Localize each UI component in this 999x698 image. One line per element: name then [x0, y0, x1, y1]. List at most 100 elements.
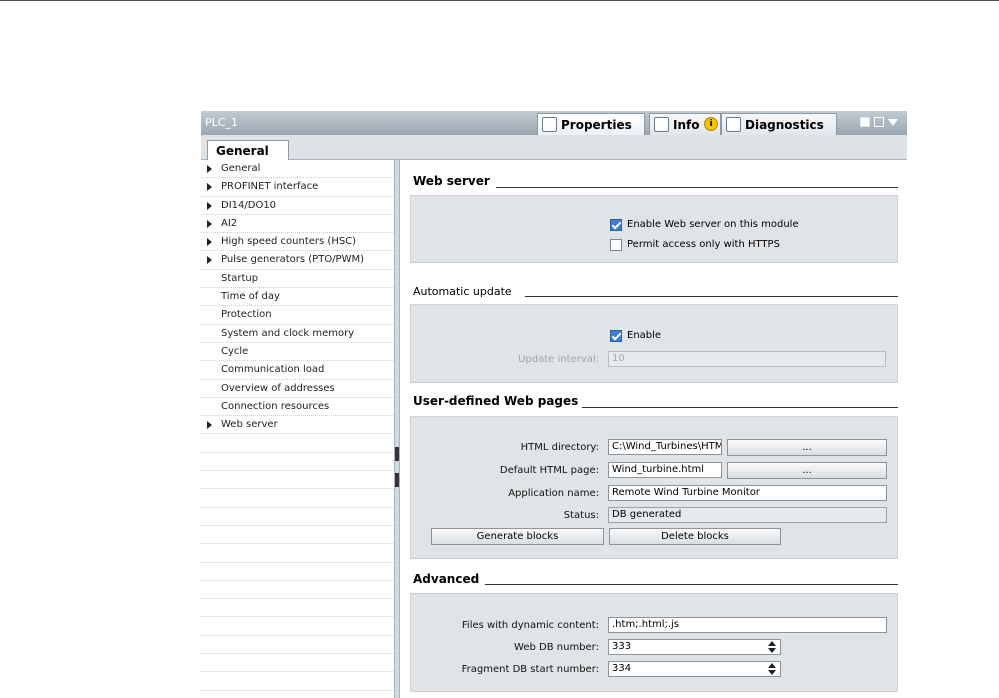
collapse-left-icon[interactable]	[395, 447, 399, 461]
user-pages-panel: HTML directory: C:\Wind_Turbines\HTM ...…	[410, 416, 898, 559]
nav-item-label: High speed counters (HSC)	[221, 236, 357, 248]
nav-empty-row	[201, 508, 394, 526]
expand-arrow-icon[interactable]	[207, 183, 212, 192]
expand-arrow-icon[interactable]	[207, 165, 212, 173]
nav-empty-row	[201, 526, 394, 545]
chevron-down-icon[interactable]	[888, 119, 898, 126]
nav-item-label: Pulse generators (PTO/PWM)	[221, 254, 365, 266]
nav-item-label: AI2	[221, 217, 238, 229]
nav-item-web-server[interactable]: Web server	[201, 416, 394, 435]
fragment-db-label: Fragment DB start number:	[461, 664, 599, 675]
application-name-field[interactable]: Remote Wind Turbine Monitor	[608, 485, 887, 501]
tab-info[interactable]: Info i	[649, 113, 721, 135]
nav-item-system-clock-memory[interactable]: System and clock memory	[201, 325, 394, 343]
nav-empty-row	[201, 434, 394, 453]
fragment-db-spinner-icon[interactable]	[765, 662, 779, 676]
delete-blocks-button[interactable]: Delete blocks	[609, 528, 781, 545]
advanced-panel: Files with dynamic content: .htm;.html;.…	[410, 593, 898, 692]
restore-icon[interactable]	[860, 117, 870, 127]
section-divider	[582, 407, 898, 408]
nav-item-label: General	[221, 163, 261, 174]
nav-empty-row	[201, 563, 394, 581]
nav-item-cycle[interactable]: Cycle	[201, 343, 394, 362]
enable-web-server-label: Enable Web server on this module	[627, 219, 799, 230]
advanced-title: Advanced	[413, 572, 480, 586]
tab-general[interactable]: General	[207, 140, 289, 161]
auto-update-enable-checkbox[interactable]	[610, 330, 622, 342]
nav-item-label: Time of day	[221, 291, 280, 303]
default-page-field[interactable]: Wind_turbine.html	[608, 462, 722, 478]
expand-arrow-icon[interactable]	[207, 219, 212, 228]
browse-page-button[interactable]: ...	[727, 462, 887, 479]
nav-item-protection[interactable]: Protection	[201, 306, 394, 325]
update-interval-label: Update interval:	[518, 354, 599, 365]
tab-diagnostics-label: Diagnostics	[745, 117, 824, 132]
expand-arrow-icon[interactable]	[207, 256, 212, 265]
nav-item-overview-of-addresses[interactable]: Overview of addresses	[201, 380, 394, 398]
update-interval-field[interactable]: 10	[608, 351, 886, 367]
collapse-right-icon[interactable]	[395, 473, 399, 487]
tab-properties-label: Properties	[561, 117, 632, 132]
status-field: DB generated	[608, 507, 887, 523]
title-bar: PLC_1 Properties Info i Diagnostics	[201, 111, 907, 135]
nav-item-di14-do10[interactable]: DI14/DO10	[201, 197, 394, 215]
nav-empty-row	[201, 654, 394, 673]
nav-empty-row	[201, 636, 394, 655]
nav-item-label: Protection	[221, 309, 272, 321]
nav-item-connection-resources[interactable]: Connection resources	[201, 398, 394, 417]
https-only-label: Permit access only with HTTPS	[627, 239, 780, 250]
diagnostics-icon	[726, 117, 741, 132]
tab-properties[interactable]: Properties	[537, 113, 645, 135]
info-badge-icon: i	[704, 117, 718, 131]
generate-blocks-button[interactable]: Generate blocks	[431, 528, 604, 545]
html-directory-field[interactable]: C:\Wind_Turbines\HTM	[608, 439, 722, 455]
nav-item-label: System and clock memory	[221, 327, 355, 339]
navigation-tree: General PROFINET interface DI14/DO10 AI2…	[201, 160, 394, 698]
nav-item-general[interactable]: General	[201, 160, 394, 179]
nav-empty-row	[201, 672, 394, 691]
dynamic-content-label: Files with dynamic content:	[461, 620, 599, 631]
html-directory-label: HTML directory:	[520, 442, 599, 453]
section-divider	[485, 584, 898, 585]
nav-empty-row	[201, 489, 394, 508]
web-db-spinner-icon[interactable]	[765, 640, 779, 654]
status-label: Status:	[563, 510, 599, 521]
nav-empty-row	[201, 544, 394, 563]
expand-arrow-icon[interactable]	[207, 201, 212, 210]
nav-empty-row	[201, 581, 394, 600]
web-server-title: Web server	[413, 174, 490, 188]
web-db-number-field[interactable]: 333	[608, 639, 781, 655]
expand-arrow-icon[interactable]	[207, 421, 212, 430]
fragment-db-field[interactable]: 334	[608, 661, 781, 677]
expand-arrow-icon[interactable]	[207, 238, 212, 247]
nav-item-label: Connection resources	[221, 400, 330, 412]
https-only-checkbox[interactable]	[610, 239, 622, 251]
section-tab-strip: General	[201, 135, 907, 161]
browse-directory-button[interactable]: ...	[727, 439, 887, 456]
nav-item-ai2[interactable]: AI2	[201, 215, 394, 234]
tab-diagnostics[interactable]: Diagnostics	[721, 113, 837, 135]
maximize-icon[interactable]	[874, 117, 884, 127]
web-server-panel: Enable Web server on this module Permit …	[410, 195, 898, 263]
section-divider	[525, 296, 898, 297]
nav-empty-row	[201, 617, 394, 636]
nav-item-profinet-interface[interactable]: PROFINET interface	[201, 178, 394, 197]
dynamic-content-field[interactable]: .htm;.html;.js	[608, 617, 887, 633]
nav-empty-row	[201, 471, 394, 490]
user-pages-title: User-defined Web pages	[413, 394, 579, 408]
nav-item-startup[interactable]: Startup	[201, 270, 394, 289]
properties-content: Web server Enable Web server on this mod…	[400, 160, 907, 698]
info-icon	[654, 117, 669, 132]
nav-item-label: Overview of addresses	[221, 382, 335, 394]
application-name-label: Application name:	[508, 488, 599, 499]
nav-item-communication-load[interactable]: Communication load	[201, 361, 394, 380]
automatic-update-panel: Enable Update interval: 10	[410, 304, 898, 383]
nav-item-hsc[interactable]: High speed counters (HSC)	[201, 233, 394, 252]
enable-web-server-checkbox[interactable]	[610, 219, 622, 231]
section-divider	[496, 187, 898, 188]
nav-item-label: Startup	[221, 272, 259, 284]
nav-item-pulse-generators[interactable]: Pulse generators (PTO/PWM)	[201, 251, 394, 270]
inspector-window: PLC_1 Properties Info i Diagnostics Gene…	[201, 111, 907, 698]
nav-item-label: DI14/DO10	[221, 199, 277, 211]
nav-item-time-of-day[interactable]: Time of day	[201, 288, 394, 307]
